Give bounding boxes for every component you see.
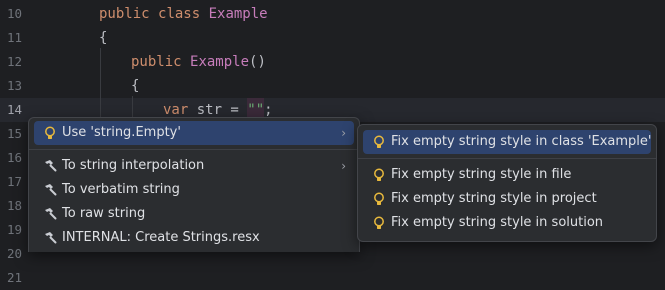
menu-item-label: Fix empty string style in project [391,191,597,206]
line-number: 16 [6,150,22,165]
code-line[interactable]: 21 [0,266,665,290]
submenu-item[interactable]: Fix empty string style in file [363,163,651,187]
menu-item-label: INTERNAL: Create Strings.resx [62,230,260,245]
chevron-right-icon: › [341,159,346,173]
menu-item-label: To string interpolation [62,158,205,173]
code-token: { [131,78,140,94]
line-number: 14 [6,102,22,117]
submenu-item[interactable]: Fix empty string style in solution [363,211,651,235]
code-text: public Example() [131,50,266,74]
context-menu-item[interactable]: To string interpolation › [34,154,354,178]
code-token: var [163,102,197,118]
fix-scope-submenu: Fix empty string style in class 'Example… [357,124,657,242]
context-menu-item[interactable]: Use 'string.Empty' › [34,121,354,145]
menu-item-label: Fix empty string style in file [391,167,572,182]
code-line[interactable]: 10 public class Example [0,2,665,26]
code-token: class [158,6,209,22]
bulb-icon [371,134,387,150]
hammer-icon [42,182,58,198]
line-number: 21 [6,270,22,285]
code-token: public [131,54,191,70]
code-text: public class Example [99,2,268,26]
submenu-item[interactable]: Fix empty string style in class 'Example… [363,130,652,154]
line-number: 19 [6,222,22,237]
hammer-icon [42,158,58,174]
menu-separator [358,158,656,159]
context-menu-item[interactable]: To verbatim string [34,178,354,202]
bulb-icon [42,125,58,141]
submenu-item[interactable]: Fix empty string style in project [363,187,651,211]
menu-item-label: Fix empty string style in class 'Example… [391,134,652,149]
bulb-icon [371,191,387,207]
code-token: ; [264,102,273,118]
code-token: str = [196,102,248,118]
menu-separator [29,149,359,150]
bulb-icon [371,215,387,231]
chevron-right-icon: › [341,126,346,140]
code-text: { [131,74,139,98]
context-menu-item[interactable]: To raw string [34,202,354,226]
hammer-icon [42,206,58,222]
context-actions-popup: Use 'string.Empty' › To string interpolati… [28,117,360,252]
menu-item-label: Fix empty string style in solution [391,215,604,230]
line-number: 10 [6,6,22,21]
line-number: 15 [6,126,22,141]
code-text: { [99,26,107,50]
line-number: 18 [6,198,22,213]
context-menu-item[interactable]: INTERNAL: Create Strings.resx [34,226,354,250]
line-number: 11 [6,30,22,45]
menu-item-label: To raw string [62,206,146,221]
code-line[interactable]: 11 { [0,26,665,50]
code-token: () [249,54,266,70]
line-number: 20 [6,246,22,261]
bulb-icon [371,167,387,183]
menu-item-label: Use 'string.Empty' [62,125,181,140]
hammer-icon [42,230,58,246]
menu-item-label: To verbatim string [62,182,180,197]
line-number: 12 [6,54,22,69]
code-token: public [99,6,159,22]
line-number: 17 [6,174,22,189]
line-number: 13 [6,78,22,93]
code-token: { [99,30,108,46]
code-token: Example [208,6,268,22]
code-token: Example [190,54,250,70]
